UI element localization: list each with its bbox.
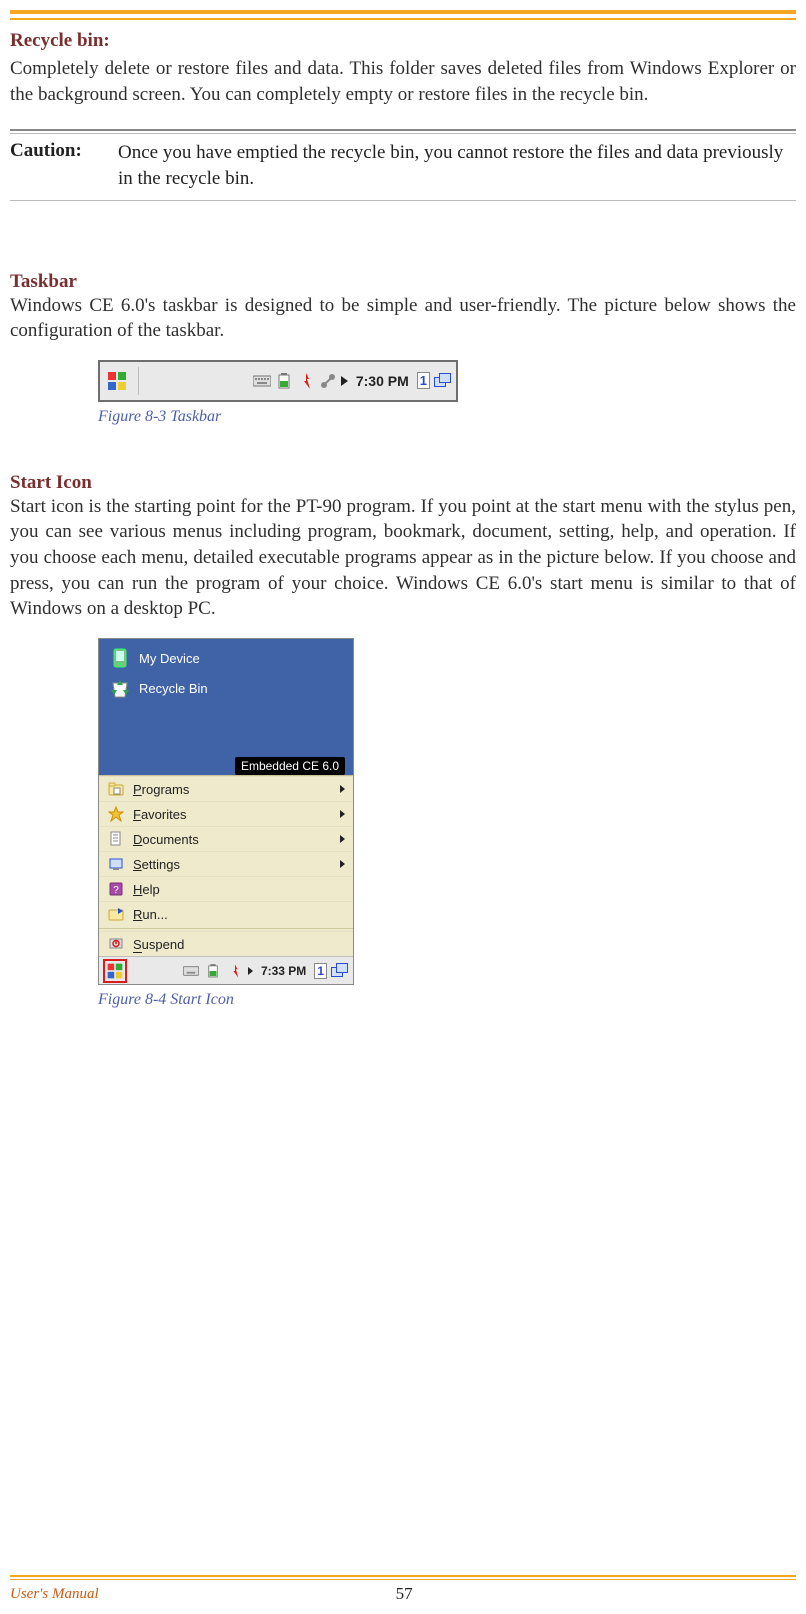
top-divider xyxy=(10,10,796,20)
body-recycle-bin: Completely delete or restore files and d… xyxy=(10,56,796,107)
clock-small[interactable]: 7:33 PM xyxy=(257,964,310,978)
section-start-icon: Start Icon Start icon is the starting po… xyxy=(10,472,796,1009)
desktop-switch-icon[interactable] xyxy=(434,373,452,389)
desktop-area: My Device Recycle Bin Embedded CE 6.0 xyxy=(99,639,353,775)
footer-left: User's Manual xyxy=(10,1586,99,1603)
os-brand-label: Embedded CE 6.0 xyxy=(235,757,345,775)
keyboard-icon[interactable] xyxy=(253,372,271,390)
battery-icon[interactable] xyxy=(204,962,222,980)
taskbar-separator xyxy=(138,367,139,395)
submenu-arrow-icon xyxy=(340,785,345,793)
run-icon xyxy=(107,905,125,923)
device-icon xyxy=(109,647,131,669)
figure-caption-taskbar: Figure 8-3 Taskbar xyxy=(98,408,796,426)
start-menu-panel: Programs Favorites Docum xyxy=(99,775,353,956)
clock[interactable]: 7:30 PM xyxy=(352,373,413,389)
menu-separator xyxy=(99,928,353,929)
windows-flag-icon xyxy=(106,370,128,392)
page-footer: User's Manual 57 User's Manual xyxy=(10,1575,796,1604)
desktop-recycle-bin-label: Recycle Bin xyxy=(139,681,208,696)
menu-programs-label: Programs xyxy=(133,782,332,797)
input-indicator[interactable]: 1 xyxy=(417,372,430,389)
menu-help-label: Help xyxy=(133,882,345,897)
menu-help[interactable]: ? Help xyxy=(99,876,353,901)
settings-icon xyxy=(107,855,125,873)
documents-icon xyxy=(107,830,125,848)
submenu-arrow-icon xyxy=(340,860,345,868)
body-taskbar: Windows CE 6.0's taskbar is designed to … xyxy=(10,293,796,344)
power-plug-icon[interactable] xyxy=(297,372,315,390)
menu-suspend-label: Suspend xyxy=(133,937,345,952)
start-button-highlighted[interactable] xyxy=(103,959,127,983)
body-start-icon: Start icon is the starting point for the… xyxy=(10,494,796,622)
menu-documents[interactable]: Documents xyxy=(99,826,353,851)
connection-icon[interactable] xyxy=(319,372,337,390)
menu-run-label: Run... xyxy=(133,907,345,922)
programs-icon xyxy=(107,780,125,798)
recycle-bin-icon xyxy=(109,677,131,699)
system-tray: 7:30 PM 1 xyxy=(253,372,452,390)
heading-taskbar: Taskbar xyxy=(10,271,796,293)
help-icon: ? xyxy=(107,880,125,898)
menu-programs[interactable]: Programs xyxy=(99,776,353,801)
menu-settings-label: Settings xyxy=(133,857,332,872)
menu-favorites-label: Favorites xyxy=(133,807,332,822)
footer-page-number: 57 xyxy=(396,1584,413,1604)
menu-favorites[interactable]: Favorites xyxy=(99,801,353,826)
desktop-my-device-label: My Device xyxy=(139,651,200,666)
expand-tray-icon[interactable] xyxy=(248,967,253,975)
start-menu-mock: My Device Recycle Bin Embedded CE 6.0 xyxy=(98,638,354,985)
figure-start-icon: My Device Recycle Bin Embedded CE 6.0 xyxy=(98,638,796,1009)
desktop-recycle-bin[interactable]: Recycle Bin xyxy=(109,677,343,699)
caution-box: Caution: Once you have emptied the recyc… xyxy=(10,129,796,200)
heading-recycle-bin: Recycle bin: xyxy=(10,30,796,52)
figure-caption-start-icon: Figure 8-4 Start Icon xyxy=(98,991,796,1009)
svg-text:?: ? xyxy=(113,885,119,896)
document-page: Recycle bin: Completely delete or restor… xyxy=(0,10,806,1614)
suspend-icon xyxy=(107,935,125,953)
expand-tray-icon[interactable] xyxy=(341,376,348,386)
taskbar-mock: 7:30 PM 1 xyxy=(98,360,458,402)
menu-suspend[interactable]: Suspend xyxy=(99,931,353,956)
menu-documents-label: Documents xyxy=(133,832,332,847)
windows-flag-icon xyxy=(106,962,124,980)
battery-icon[interactable] xyxy=(275,372,293,390)
section-recycle-bin: Recycle bin: Completely delete or restor… xyxy=(10,30,796,107)
keyboard-icon[interactable] xyxy=(182,962,200,980)
heading-start-icon: Start Icon xyxy=(10,472,796,494)
input-indicator-small[interactable]: 1 xyxy=(314,963,327,979)
system-tray-small: 7:33 PM 1 xyxy=(182,962,349,980)
section-taskbar: Taskbar Windows CE 6.0's taskbar is desi… xyxy=(10,271,796,426)
caution-text: Once you have emptied the recycle bin, y… xyxy=(118,140,796,191)
desktop-switch-icon[interactable] xyxy=(331,963,349,979)
caution-label: Caution: xyxy=(10,140,102,191)
menu-run[interactable]: Run... xyxy=(99,901,353,926)
submenu-arrow-icon xyxy=(340,810,345,818)
submenu-arrow-icon xyxy=(340,835,345,843)
start-menu-taskbar: 7:33 PM 1 xyxy=(99,956,353,984)
favorites-icon xyxy=(107,805,125,823)
start-button[interactable] xyxy=(104,368,130,394)
power-plug-icon[interactable] xyxy=(226,962,244,980)
figure-taskbar: 7:30 PM 1 Figure 8-3 Taskbar xyxy=(98,360,796,426)
desktop-my-device[interactable]: My Device xyxy=(109,647,343,669)
menu-settings[interactable]: Settings xyxy=(99,851,353,876)
